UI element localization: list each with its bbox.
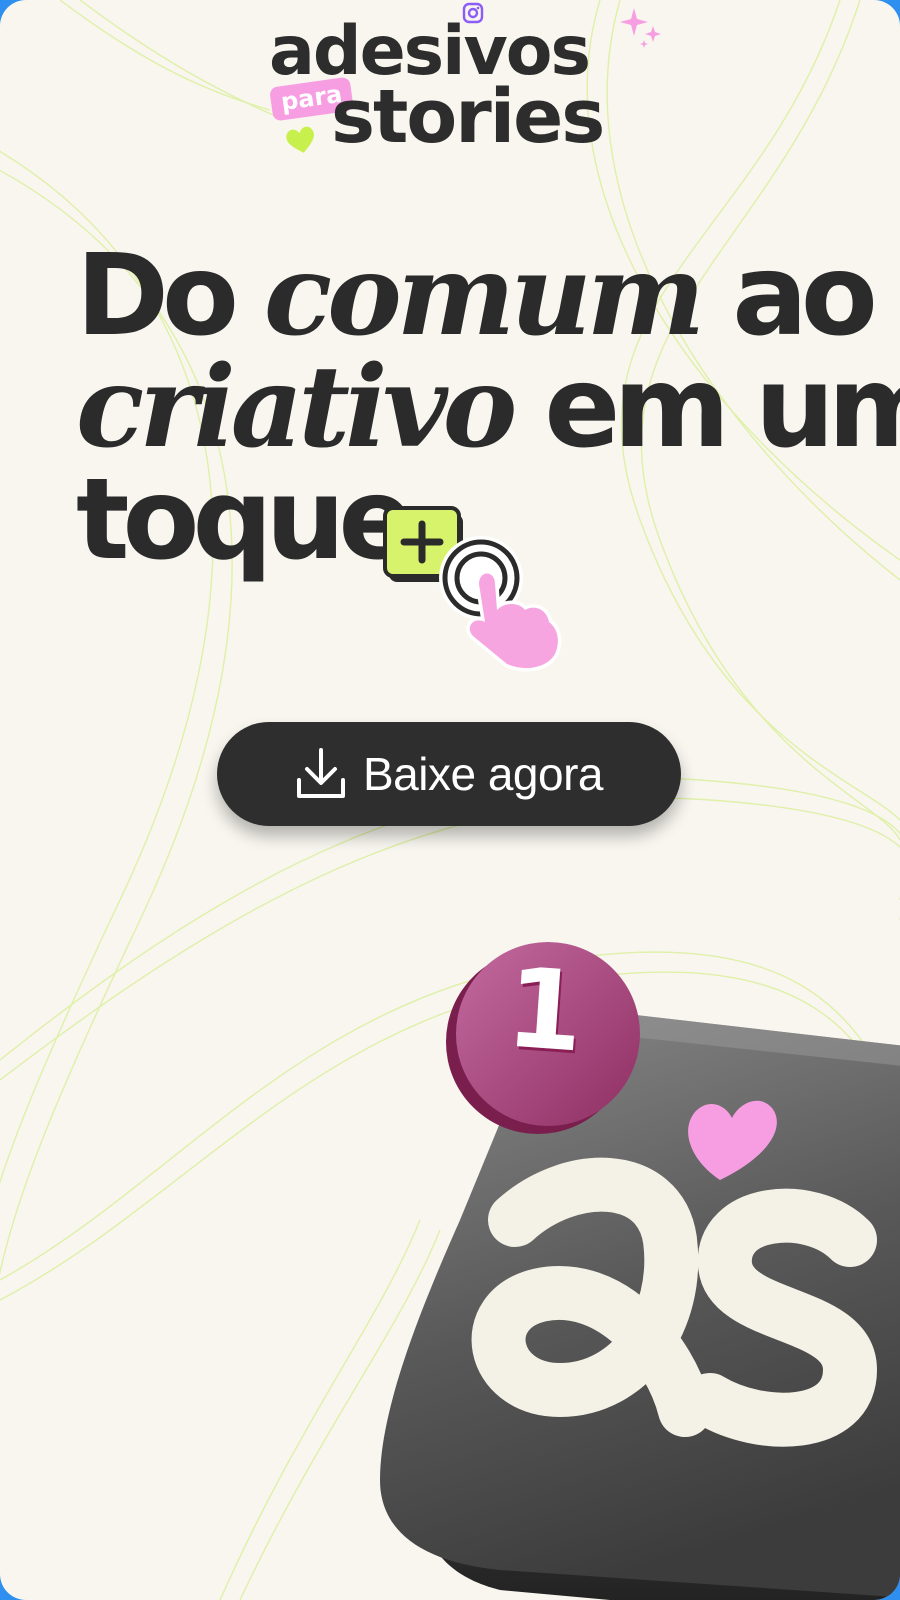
- download-button[interactable]: Baixe agora: [217, 722, 681, 826]
- headline-text: ao: [700, 231, 878, 361]
- headline-line-1: Do comum ao: [76, 240, 878, 353]
- download-icon: [297, 748, 345, 798]
- heart-icon: [286, 126, 314, 153]
- hero-headline: Do comum ao criativo em um toque: [76, 240, 900, 577]
- headline-script-word: criativo: [76, 342, 517, 473]
- tap-hand-icon: [439, 536, 562, 672]
- download-button-label: Baixe agora: [363, 748, 604, 800]
- sparkle-icon: [620, 8, 661, 48]
- headline-text: em um: [512, 343, 900, 473]
- brand-logo[interactable]: adesivos para stories: [265, 0, 665, 165]
- logo-word-stories: stories: [331, 74, 605, 160]
- headline-text: toque: [76, 455, 414, 585]
- headline-line-2: criativo em um: [76, 352, 900, 465]
- notification-badge-count: 1: [502, 943, 588, 1077]
- app-screen: adesivos para stories Do comum ao criati…: [0, 0, 900, 1600]
